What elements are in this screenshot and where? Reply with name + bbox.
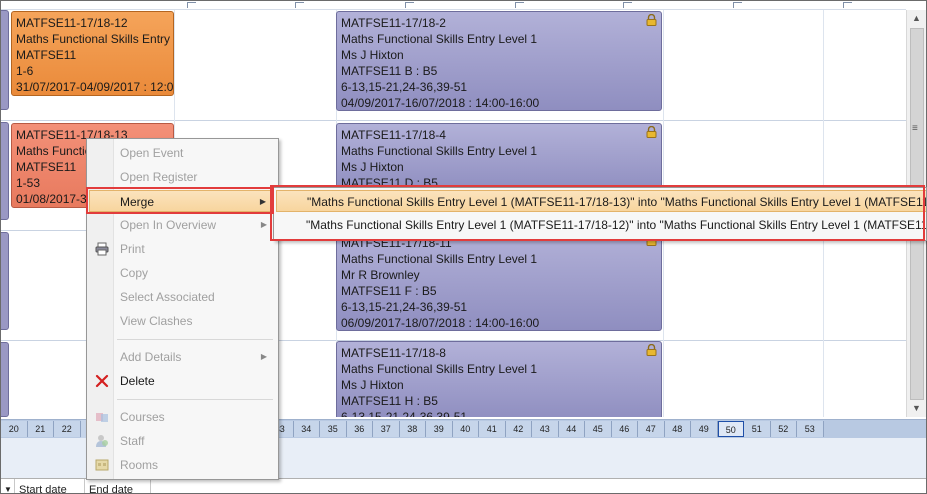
week-cell[interactable]: 53	[797, 421, 824, 437]
week-cell[interactable]: 47	[638, 421, 665, 437]
menu-item-courses[interactable]: Courses	[89, 406, 275, 428]
week-cells: 3031323334353637383940414243444546474849…	[187, 420, 824, 438]
event-line: Maths Functional Skills Entry Level 1	[341, 362, 538, 376]
courses-icon	[96, 413, 108, 422]
lock-icon	[646, 344, 657, 356]
event-block-12[interactable]: MATFSE11-17/18-12 Maths Functional Skill…	[11, 11, 174, 96]
delete-x-icon	[95, 374, 109, 388]
top-ruler	[1, 1, 906, 10]
printer-icon	[95, 242, 109, 256]
event-line: Ms J Hixton	[341, 378, 404, 392]
week-cell[interactable]: 35	[320, 421, 347, 437]
event-stub[interactable]	[1, 342, 9, 417]
event-line: 6-13,15-21,24-36,39-51	[341, 300, 468, 314]
menu-item-copy[interactable]: Copy	[89, 262, 275, 284]
menu-item-delete[interactable]: Delete	[89, 370, 275, 392]
event-block-8[interactable]: MATFSE11-17/18-8 Maths Functional Skills…	[336, 341, 662, 417]
week-cell[interactable]: 43	[532, 421, 559, 437]
menu-item-open-event[interactable]: Open Event	[89, 142, 275, 164]
event-line: Maths Functional Skills Entry	[16, 32, 171, 46]
scroll-down-icon[interactable]: ▼	[907, 400, 926, 416]
week-cell[interactable]: 50	[717, 421, 744, 437]
annotation-highlight	[270, 185, 925, 241]
event-line: Maths Functional Skills Entry Level 1	[341, 252, 538, 266]
expand-arrow-icon[interactable]: ▼	[1, 479, 15, 493]
event-line: MATFSE11	[16, 48, 77, 62]
submenu-arrow-icon: ▶	[260, 352, 267, 361]
lock-icon	[646, 14, 657, 26]
menu-item-rooms[interactable]: Rooms	[89, 454, 275, 476]
grip-icon: ≡	[912, 123, 918, 134]
menu-item-staff[interactable]: Staff	[89, 430, 275, 452]
week-cell[interactable]: 49	[691, 421, 718, 437]
staff-icon	[96, 435, 108, 447]
week-cell[interactable]: 46	[611, 421, 638, 437]
event-line: 04/09/2017-16/07/2018 : 14:00-16:00	[341, 96, 540, 110]
lock-icon	[646, 126, 657, 138]
scroll-up-icon[interactable]: ▲	[907, 10, 926, 26]
event-line: MATFSE11 B : B5	[341, 64, 438, 78]
event-line: 06/09/2017-18/07/2018 : 14:00-16:00	[341, 316, 540, 330]
event-stub[interactable]	[1, 232, 9, 330]
week-cell[interactable]: 22	[54, 421, 81, 437]
week-cell[interactable]: 44	[558, 421, 585, 437]
week-cell[interactable]: 48	[664, 421, 691, 437]
event-line: MATFSE11 F : B5	[341, 284, 437, 298]
week-cell[interactable]: 20	[1, 421, 28, 437]
event-line: Maths Functional Skills Entry Level 1	[341, 144, 538, 158]
week-cell[interactable]: 45	[585, 421, 612, 437]
week-cell[interactable]: 36	[346, 421, 373, 437]
menu-item-print[interactable]: Print	[89, 238, 275, 260]
event-block-2[interactable]: MATFSE11-17/18-2 Maths Functional Skills…	[336, 11, 662, 111]
event-line: MATFSE11-17/18-2	[341, 16, 446, 30]
week-cell[interactable]: 52	[770, 421, 797, 437]
event-line: Mr R Brownley	[341, 268, 420, 282]
menu-item-open-in-overview[interactable]: Open In Overview ▶	[89, 214, 275, 236]
week-cell[interactable]: 42	[505, 421, 532, 437]
table-header: ▼ Start date End date	[1, 478, 926, 493]
event-line: MATFSE11 H : B5	[341, 394, 438, 408]
event-line: 1-6	[16, 64, 34, 78]
event-line: Maths Functional Skills Entry Level 1	[341, 32, 538, 46]
annotation-highlight	[86, 187, 274, 214]
week-cell[interactable]: 21	[27, 421, 54, 437]
submenu-arrow-icon: ▶	[260, 220, 267, 229]
event-line: Ms J Hixton	[341, 48, 404, 62]
event-line: Ms J Hixton	[341, 160, 404, 174]
event-line: 6-13,15-21,24-36,39-51	[341, 410, 468, 417]
event-stub[interactable]	[1, 10, 9, 110]
week-cell[interactable]: 51	[744, 421, 771, 437]
rooms-icon	[95, 459, 109, 471]
week-cell[interactable]: 41	[479, 421, 506, 437]
week-cell[interactable]: 37	[373, 421, 400, 437]
event-line: MATFSE11-17/18-12	[16, 16, 128, 30]
event-line: MATFSE11-17/18-8	[341, 346, 446, 360]
column-end-date[interactable]: End date	[85, 479, 151, 493]
menu-item-select-associated[interactable]: Select Associated	[89, 286, 275, 308]
event-stub[interactable]	[1, 122, 9, 220]
event-line: 6-13,15-21,24-36,39-51	[341, 80, 468, 94]
menu-item-view-clashes[interactable]: View Clashes	[89, 310, 275, 332]
event-block-11[interactable]: MATFSE11-17/18-11 Maths Functional Skill…	[336, 231, 662, 331]
event-block-4[interactable]: MATFSE11-17/18-4 Maths Functional Skills…	[336, 123, 662, 193]
event-line: MATFSE11-17/18-4	[341, 128, 446, 142]
column-start-date[interactable]: Start date	[15, 479, 85, 493]
menu-item-open-register[interactable]: Open Register	[89, 166, 275, 188]
week-cell[interactable]: 39	[426, 421, 453, 437]
week-cell[interactable]: 34	[293, 421, 320, 437]
week-cell[interactable]: 38	[399, 421, 426, 437]
menu-item-add-details[interactable]: Add Details ▶	[89, 346, 275, 368]
event-line: 31/07/2017-04/09/2017 : 12:0	[16, 80, 174, 94]
week-cell[interactable]: 40	[452, 421, 479, 437]
